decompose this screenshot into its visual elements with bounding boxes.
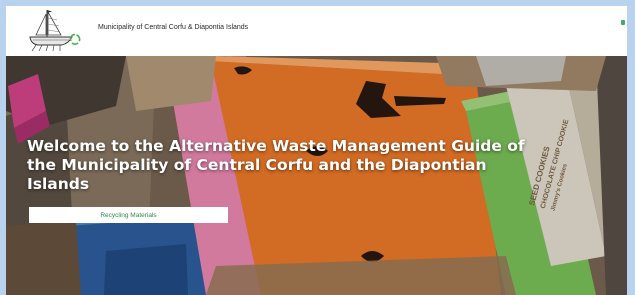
header-edge-icon[interactable] bbox=[621, 20, 625, 25]
site-logo[interactable] bbox=[24, 8, 86, 52]
page: Municipality of Central Corfu & Diaponti… bbox=[0, 0, 635, 295]
site-header: Municipality of Central Corfu & Diaponti… bbox=[6, 6, 627, 56]
viewport-frame-right bbox=[627, 0, 635, 295]
ship-recycle-logo-icon bbox=[29, 10, 81, 52]
site-title[interactable]: Municipality of Central Corfu & Diaponti… bbox=[98, 24, 248, 31]
hero-banner: SEED COOKIES CHOCOLATE CHIP COOKIE Jimmy… bbox=[6, 56, 627, 295]
hero-title: Welcome to the Alternative Waste Managem… bbox=[27, 137, 525, 193]
recycling-materials-button[interactable]: Recycling Materials bbox=[29, 207, 228, 223]
